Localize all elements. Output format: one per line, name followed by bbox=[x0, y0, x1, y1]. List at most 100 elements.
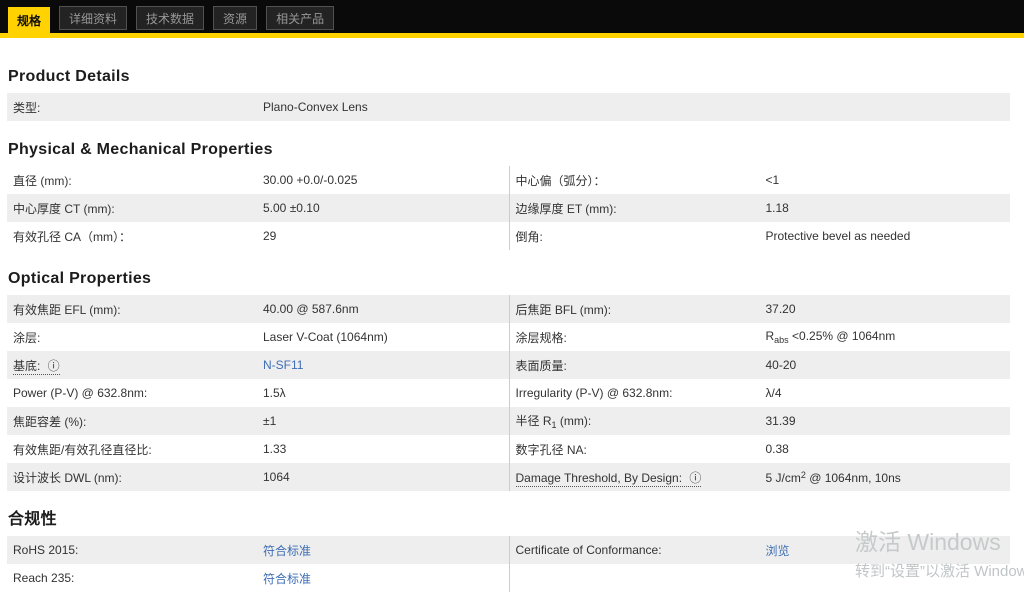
spec-cell-substrate: 基底: ⓘ N-SF11 bbox=[7, 351, 509, 379]
spec-value: 5.00 ±0.10 bbox=[263, 201, 320, 215]
spec-content: Product Details 类型: Plano-Convex Lens Physi… bbox=[7, 68, 1010, 592]
spec-value: 符合标准 bbox=[263, 542, 311, 559]
tab-bar: 规格 详细资料 技术数据 资源 相关产品 bbox=[0, 0, 1024, 33]
spec-label: Certificate of Conformance: bbox=[515, 543, 662, 557]
tab-technical-data[interactable]: 技术数据 bbox=[136, 6, 205, 30]
spec-cell-reach-235: Reach 235: 符合标准 bbox=[7, 564, 509, 592]
spec-value: 1064 bbox=[263, 470, 290, 484]
spec-value: 符合标准 bbox=[263, 570, 311, 587]
spec-value: Plano-Convex Lens bbox=[263, 100, 368, 114]
spec-row: 焦距容差 (%): ±1 半径 R1 (mm): 31.39 bbox=[7, 407, 1010, 435]
spec-label: Irregularity (P-V) @ 632.8nm: bbox=[515, 386, 673, 400]
rohs-2015-link[interactable]: 符合标准 bbox=[263, 544, 311, 558]
section-compliance: 合规性 RoHS 2015: 符合标准 Certificate of Conforma… bbox=[7, 511, 1010, 592]
spec-cell-clear-aperture-ca: 有效孔径 CA（mm）： 29 bbox=[7, 222, 509, 250]
spec-label: 数字孔径 NA: bbox=[515, 442, 587, 457]
spec-value: N-SF11 bbox=[263, 358, 303, 372]
spec-value: <1 bbox=[765, 173, 780, 187]
spec-cell-type: 类型: Plano-Convex Lens bbox=[7, 93, 1010, 121]
spec-cell-radius-r1: 半径 R1 (mm): 31.39 bbox=[508, 407, 1011, 435]
spec-value: 1.18 bbox=[765, 201, 789, 215]
info-icon[interactable]: ⓘ bbox=[48, 359, 60, 373]
spec-label: 基底: ⓘ bbox=[13, 358, 60, 375]
reach-235-link[interactable]: 符合标准 bbox=[263, 572, 311, 586]
spec-label: 后焦距 BFL (mm): bbox=[515, 302, 612, 317]
section-title: Optical Properties bbox=[8, 270, 152, 287]
spec-label: Damage Threshold, By Design: ⓘ bbox=[515, 470, 702, 487]
tab-bar-accent-strip bbox=[0, 33, 1024, 38]
spec-label: RoHS 2015: bbox=[13, 543, 79, 557]
spec-label: 焦距容差 (%): bbox=[13, 414, 87, 429]
spec-row: 有效孔径 CA（mm）： 29 倒角: Protective bevel as nee… bbox=[7, 222, 1010, 250]
spec-value: ±1 bbox=[263, 414, 277, 428]
tab-related-products[interactable]: 相关产品 bbox=[266, 6, 335, 30]
spec-cell-back-focal-length-bfl: 后焦距 BFL (mm): 37.20 bbox=[508, 295, 1011, 323]
spec-value: 0.38 bbox=[765, 442, 789, 456]
certificate-of-conformance-link[interactable]: 浏览 bbox=[766, 544, 790, 558]
spec-row: 直径 (mm): 30.00 +0.0/-0.025 中心偏（弧分）： <1 bbox=[7, 166, 1010, 194]
spec-cell-focal-length-tolerance: 焦距容差 (%): ±1 bbox=[7, 407, 509, 435]
spec-value: 1.33 bbox=[263, 442, 287, 456]
section-optical: Optical Properties 有效焦距 EFL (mm): 40.00 @ … bbox=[7, 270, 1010, 491]
spec-row: 设计波长 DWL (nm): 1064 Damage Threshold, By D… bbox=[7, 463, 1010, 491]
spec-value: 5 J/cm2 @ 1064nm, 10ns bbox=[765, 469, 901, 485]
spec-label: 中心偏（弧分）： bbox=[515, 173, 606, 188]
spec-cell-surface-quality: 表面质量: 40-20 bbox=[508, 351, 1011, 379]
spec-row: 有效焦距/有效孔径直径比: 1.33 数字孔径 NA: 0.38 bbox=[7, 435, 1010, 463]
spec-label: 直径 (mm): bbox=[13, 173, 72, 188]
spec-cell-center-thickness-ct: 中心厚度 CT (mm): 5.00 ±0.10 bbox=[7, 194, 509, 222]
spec-label: 中心厚度 CT (mm): bbox=[13, 201, 115, 216]
spec-label: Power (P-V) @ 632.8nm: bbox=[13, 386, 148, 400]
spec-cell-certificate-of-conformance: Certificate of Conformance: 浏览 bbox=[508, 536, 1011, 564]
spec-row: 类型: Plano-Convex Lens bbox=[7, 93, 1010, 121]
spec-value: 37.20 bbox=[765, 302, 796, 316]
substrate-link[interactable]: N-SF11 bbox=[263, 358, 303, 372]
spec-cell-diameter: 直径 (mm): 30.00 +0.0/-0.025 bbox=[7, 166, 509, 194]
spec-cell-rohs-2015: RoHS 2015: 符合标准 bbox=[7, 536, 509, 564]
spec-label: Reach 235: bbox=[13, 571, 75, 585]
spec-cell-effective-focal-length-efl: 有效焦距 EFL (mm): 40.00 @ 587.6nm bbox=[7, 295, 509, 323]
section-title: Product Details bbox=[8, 68, 130, 85]
spec-cell-damage-threshold: Damage Threshold, By Design: ⓘ 5 J/cm2 @ … bbox=[508, 463, 1011, 491]
spec-cell-coating: 涂层: Laser V-Coat (1064nm) bbox=[7, 323, 509, 351]
spec-row: 中心厚度 CT (mm): 5.00 ±0.10 边缘厚度 ET (mm): 1.18 bbox=[7, 194, 1010, 222]
spec-value: 40.00 @ 587.6nm bbox=[263, 302, 359, 316]
info-icon[interactable]: ⓘ bbox=[689, 471, 701, 485]
spec-row: Power (P-V) @ 632.8nm: 1.5λ Irregularity (… bbox=[7, 379, 1010, 407]
spec-label: 边缘厚度 ET (mm): bbox=[515, 201, 617, 216]
spec-cell-edge-thickness-et: 边缘厚度 ET (mm): 1.18 bbox=[508, 194, 1011, 222]
spec-row: Reach 235: 符合标准 bbox=[7, 564, 1010, 592]
spec-value: 31.39 bbox=[765, 414, 796, 428]
spec-value: 30.00 +0.0/-0.025 bbox=[263, 173, 358, 187]
spec-cell-numerical-aperture-na: 数字孔径 NA: 0.38 bbox=[508, 435, 1011, 463]
tab-details[interactable]: 详细资料 bbox=[59, 6, 128, 30]
spec-label: 有效孔径 CA（mm）： bbox=[13, 229, 131, 244]
spec-label: 半径 R1 (mm): bbox=[515, 414, 592, 430]
spec-row: RoHS 2015: 符合标准 Certificate of Conformance… bbox=[7, 536, 1010, 564]
spec-cell-centration: 中心偏（弧分）： <1 bbox=[508, 166, 1011, 194]
product-spec-page: 规格 详细资料 技术数据 资源 相关产品 Product Details 类型: Plano… bbox=[0, 0, 1024, 593]
spec-cell-design-wavelength-dwl: 设计波长 DWL (nm): 1064 bbox=[7, 463, 509, 491]
spec-label: 倒角: bbox=[515, 229, 543, 244]
spec-value: λ/4 bbox=[765, 386, 782, 400]
spec-cell-irregularity-pv: Irregularity (P-V) @ 632.8nm: λ/4 bbox=[508, 379, 1011, 407]
spec-value: Protective bevel as needed bbox=[765, 229, 911, 243]
spec-value: 40-20 bbox=[765, 358, 797, 372]
spec-value: 29 bbox=[263, 229, 277, 243]
spec-label: 表面质量: bbox=[515, 358, 567, 373]
spec-value: Rabs <0.25% @ 1064nm bbox=[765, 329, 896, 345]
tab-resources[interactable]: 资源 bbox=[213, 6, 258, 30]
tab-specifications[interactable]: 规格 bbox=[8, 7, 51, 33]
spec-value: Laser V-Coat (1064nm) bbox=[263, 330, 388, 344]
spec-cell-coating-specification: 涂层规格: Rabs <0.25% @ 1064nm bbox=[508, 323, 1011, 351]
section-title: 合规性 bbox=[8, 511, 57, 528]
spec-cell-power-pv: Power (P-V) @ 632.8nm: 1.5λ bbox=[7, 379, 509, 407]
spec-value: 浏览 bbox=[766, 542, 790, 559]
spec-label: 涂层规格: bbox=[515, 330, 567, 345]
spec-label: 类型: bbox=[13, 100, 41, 115]
spec-cell-empty bbox=[508, 564, 1011, 592]
section-title: Physical & Mechanical Properties bbox=[8, 141, 273, 158]
spec-label: 有效焦距/有效孔径直径比: bbox=[13, 442, 152, 457]
section-physical-mechanical: Physical & Mechanical Properties 直径 (mm):… bbox=[7, 141, 1010, 250]
spec-row: 基底: ⓘ N-SF11 表面质量: 40-20 bbox=[7, 351, 1010, 379]
